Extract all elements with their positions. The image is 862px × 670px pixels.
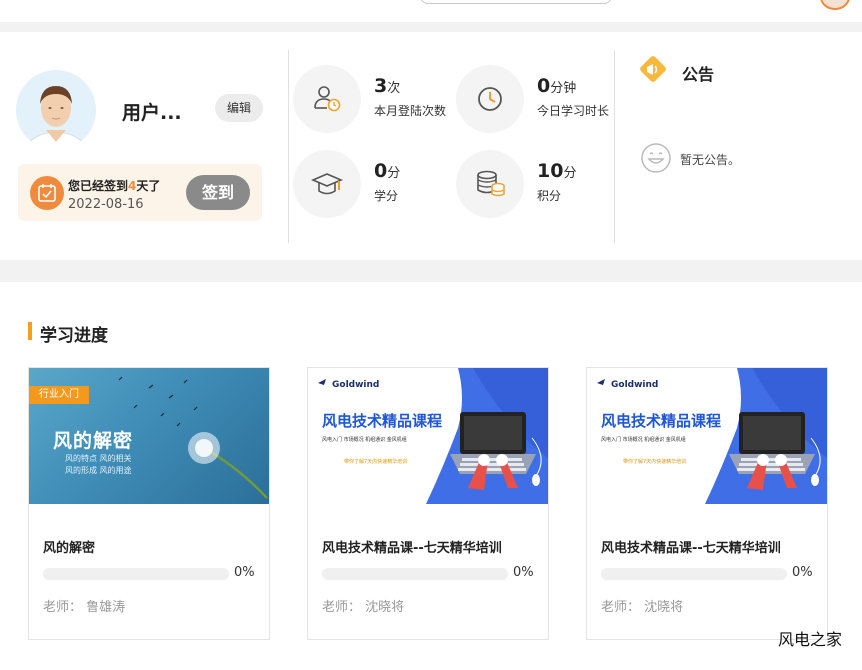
avatar-person-icon — [25, 86, 87, 150]
stat-value: 3 — [374, 75, 388, 97]
stat-value: 0 — [537, 75, 551, 97]
edit-profile-button[interactable]: 编辑 — [215, 94, 263, 122]
user-name: 用户... — [122, 102, 182, 124]
goldwind-logo: Goldwind — [611, 380, 659, 390]
stat-unit: 分钟 — [550, 81, 577, 96]
progress-percent: 0% — [234, 565, 255, 580]
thumb-tag: 行业入门 — [29, 386, 89, 404]
course-title[interactable]: 风的解密 — [43, 537, 95, 556]
calendar-icon — [30, 176, 64, 210]
top-bar — [0, 0, 862, 22]
thumb-sub-line: 风的形成 风的用途 — [65, 466, 132, 475]
signin-suffix: 天了 — [136, 179, 161, 193]
goldwind-logo: Goldwind — [332, 380, 380, 390]
coin-stack-icon — [456, 150, 524, 218]
course-thumbnail[interactable]: 行业入门 风的解密 风的特点 风的相关 风的形成 风的用途 — [29, 368, 269, 504]
search-input[interactable] — [420, 0, 612, 4]
stat-unit: 次 — [387, 81, 401, 96]
course-card[interactable]: Goldwind 风电技术精品课程 风电入门 市场概况 机组通识 金风机组 带你… — [307, 367, 549, 640]
watermark: 风电之家 — [778, 630, 843, 649]
notice-title: 公告 — [682, 65, 715, 84]
thumb-sub-line: 风的特点 风的相关 — [65, 454, 132, 463]
section-title: 学习进度 — [40, 326, 108, 346]
learning-progress-panel: 学习进度 行业入门 风的解密 风的特点 风的相关 风的形成 风的用途 风的解密 … — [0, 282, 862, 670]
stat-label: 积分 — [537, 189, 562, 203]
stat-label: 本月登陆次数 — [374, 104, 447, 118]
progress-percent: 0% — [792, 565, 813, 580]
user-overview-panel: 用户... 编辑 您已经签到4天了 2022-08-16 签到 3次 本月登陆次… — [0, 32, 862, 260]
signin-prefix: 您已经签到 — [68, 179, 129, 193]
stat-label: 今日学习时长 — [537, 104, 610, 118]
stat-value: 0 — [374, 160, 388, 182]
thumb-subtext: 风的特点 风的相关 风的形成 风的用途 — [65, 453, 132, 477]
graduation-cap-icon — [293, 150, 361, 218]
avatar[interactable] — [16, 70, 96, 150]
thumb-subtext: 带你了解7天内快速精华培训 — [623, 459, 687, 465]
thumb-subtext: 带你了解7天内快速精华培训 — [344, 459, 408, 465]
thumb-headline: 风电技术精品课程 — [322, 412, 443, 430]
stat-value: 10 — [537, 160, 564, 182]
user-clock-icon — [293, 65, 361, 133]
signin-button[interactable]: 签到 — [186, 175, 250, 210]
stat-label: 学分 — [374, 189, 399, 203]
course-teacher: 老师： 沈晓将 — [601, 600, 684, 615]
thumb-tags: 风电入门 市场概况 机组通识 金风机组 — [322, 437, 407, 443]
signin-date: 2022-08-16 — [68, 197, 144, 212]
progress-percent: 0% — [513, 565, 534, 580]
notice-empty-text: 暂无公告。 — [680, 153, 741, 167]
stat-unit: 分 — [563, 166, 577, 181]
progress-bar — [322, 568, 508, 580]
header-avatar[interactable] — [820, 0, 850, 10]
course-card[interactable]: 行业入门 风的解密 风的特点 风的相关 风的形成 风的用途 风的解密 0% 老师… — [28, 367, 270, 640]
signin-status-text: 您已经签到4天了 — [68, 177, 160, 194]
smiley-icon — [641, 143, 671, 173]
progress-bar — [43, 568, 229, 580]
course-thumbnail[interactable]: Goldwind 风电技术精品课程 风电入门 市场概况 机组通识 金风机组 带你… — [308, 368, 548, 504]
course-title[interactable]: 风电技术精品课--七天精华培训 — [601, 537, 781, 556]
thumb-headline: 风的解密 — [53, 430, 134, 452]
divider — [288, 50, 289, 243]
course-thumbnail[interactable]: Goldwind 风电技术精品课程 风电入门 市场概况 机组通识 金风机组 带你… — [587, 368, 827, 504]
clock-icon — [456, 65, 524, 133]
divider — [614, 50, 615, 243]
megaphone-icon — [640, 56, 666, 82]
signin-card: 您已经签到4天了 2022-08-16 签到 — [18, 164, 262, 221]
progress-bar — [601, 568, 787, 580]
course-title[interactable]: 风电技术精品课--七天精华培训 — [322, 537, 502, 556]
thumb-headline: 风电技术精品课程 — [601, 412, 722, 430]
course-teacher: 老师： 沈晓将 — [322, 600, 405, 615]
stat-unit: 分 — [387, 166, 401, 181]
thumb-tags: 风电入门 市场概况 机组通识 金风机组 — [601, 437, 686, 443]
section-accent-bar — [28, 322, 32, 340]
course-card[interactable]: Goldwind 风电技术精品课程 风电入门 市场概况 机组通识 金风机组 带你… — [586, 367, 828, 640]
course-teacher: 老师： 鲁雄涛 — [43, 600, 126, 615]
